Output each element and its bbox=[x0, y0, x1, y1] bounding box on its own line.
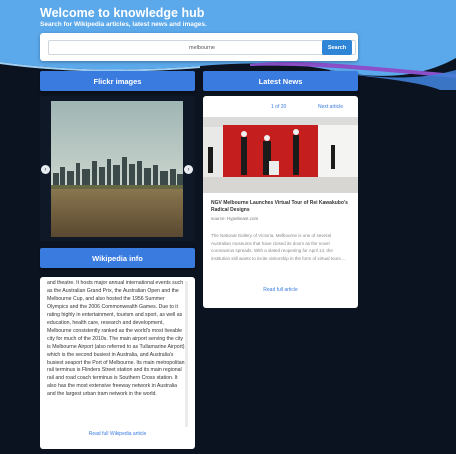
search-input[interactable] bbox=[48, 40, 356, 55]
news-page-count: 1 of 20 bbox=[271, 104, 287, 110]
search-button[interactable]: Search bbox=[322, 40, 352, 55]
news-source: source: Hypebeast.com bbox=[211, 216, 259, 221]
chevron-left-icon[interactable]: ‹ bbox=[41, 165, 50, 174]
flickr-photo bbox=[51, 101, 183, 237]
read-full-wikipedia-link[interactable]: Read full Wikipedia article bbox=[40, 431, 195, 437]
chevron-right-icon[interactable]: › bbox=[184, 165, 193, 174]
latest-news-header[interactable]: Latest News bbox=[203, 71, 358, 91]
wikipedia-info-header[interactable]: Wikipedia info bbox=[40, 248, 195, 268]
news-pager: 1 of 20 Next article bbox=[203, 104, 358, 112]
next-article-link[interactable]: Next article bbox=[318, 104, 343, 110]
wikipedia-text: and theatre. It hosts major annual inter… bbox=[47, 280, 186, 398]
flickr-images-header[interactable]: Flickr images bbox=[40, 71, 195, 91]
news-image bbox=[203, 117, 358, 193]
news-body: The National Gallery of Victoria, Melbou… bbox=[211, 233, 346, 262]
search-card bbox=[40, 33, 358, 61]
page-subtitle: Search for Wikipedia articles, latest ne… bbox=[40, 21, 207, 28]
wikipedia-scrollbar[interactable] bbox=[185, 281, 188, 427]
news-title[interactable]: NGV Melbourne Launches Virtual Tour of R… bbox=[211, 200, 351, 214]
read-full-article-link[interactable]: Read full article bbox=[203, 287, 358, 293]
page-title: Welcome to knowledge hub bbox=[40, 6, 205, 20]
